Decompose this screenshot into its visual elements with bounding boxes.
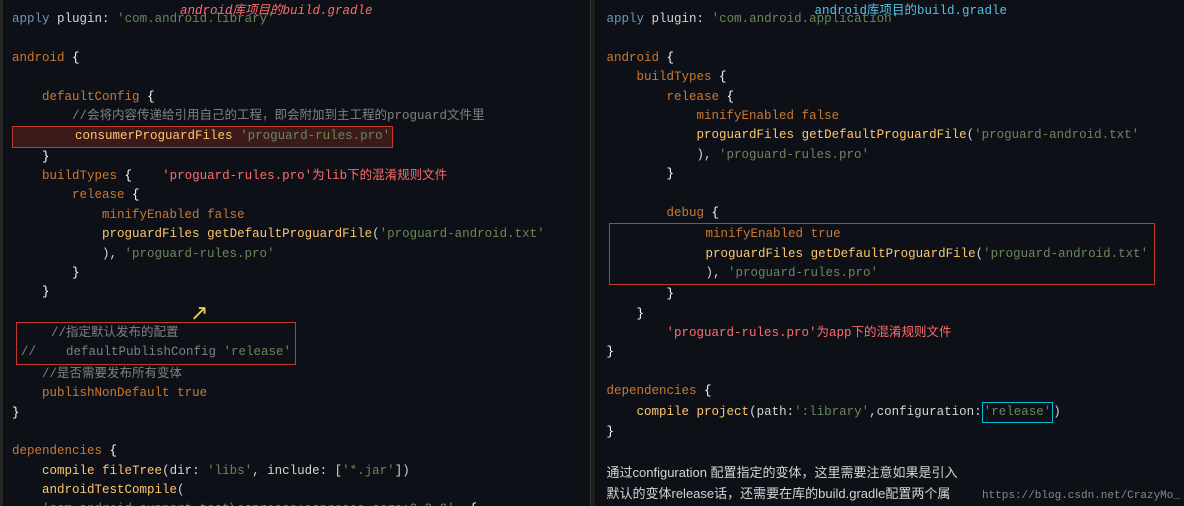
publish-config-box: //指定默认发布的配置 // defaultPublishConfig 'rel… [16, 322, 296, 365]
code-line: } [607, 285, 1177, 304]
arrow-icon: ↗ [190, 296, 208, 329]
code-line: dependencies { [12, 442, 582, 461]
watermark: https://blog.csdn.net/CrazyMo_ [982, 488, 1180, 505]
code-line: } [607, 423, 1177, 442]
code-line [607, 29, 1177, 48]
code-line: minifyEnabled false [12, 206, 582, 225]
code-line: //是否需要发布所有变体 [12, 365, 582, 384]
code-line: proguardFiles getDefaultProguardFile('pr… [616, 245, 1149, 264]
left-title: android库项目的build.gradle [180, 2, 373, 21]
code-line [12, 423, 582, 442]
code-line: } [607, 165, 1177, 184]
code-line [607, 442, 1177, 461]
code-line: defaultConfig { [12, 88, 582, 107]
right-code-block: apply plugin: 'com.android.application' … [607, 10, 1177, 506]
code-line [607, 184, 1177, 203]
code-line: debug { [607, 204, 1177, 223]
code-line: } [12, 283, 582, 302]
code-line: release { [607, 88, 1177, 107]
code-line [12, 303, 582, 322]
code-line: buildTypes { [607, 68, 1177, 87]
code-line: buildTypes { 'proguard-rules.pro'为lib下的混… [12, 167, 582, 186]
code-line: //会将内容传递给引用自己的工程，即会附加到主工程的proguard文件里 [12, 107, 582, 126]
code-line: minifyEnabled false [607, 107, 1177, 126]
code-line: proguardFiles getDefaultProguardFile('pr… [607, 126, 1177, 145]
code-line: androidTestCompile( [12, 481, 582, 500]
code-line: proguardFiles getDefaultProguardFile('pr… [12, 225, 582, 244]
code-line [607, 363, 1177, 382]
code-line: // defaultPublishConfig 'release' [21, 343, 291, 362]
code-line: release { [12, 186, 582, 205]
code-line: compile fileTree(dir: 'libs', include: [… [12, 462, 582, 481]
left-code-block: apply plugin: 'com.android.library' andr… [12, 10, 582, 506]
code-line: consumerProguardFiles 'proguard-rules.pr… [12, 126, 582, 147]
right-title: android库项目的build.gradle [815, 2, 1008, 21]
code-line: } [12, 404, 582, 423]
right-panel: android库项目的build.gradle apply plugin: 'c… [595, 0, 1184, 506]
main-container: android库项目的build.gradle apply plugin: 'c… [0, 0, 1184, 506]
code-line: ), 'proguard-rules.pro' [607, 146, 1177, 165]
code-line: //指定默认发布的配置 [21, 324, 291, 343]
code-line: android { [12, 49, 582, 68]
code-line: } [12, 264, 582, 283]
code-line [12, 68, 582, 87]
code-line: } [607, 305, 1177, 324]
debug-config-box: minifyEnabled true proguardFiles getDefa… [609, 223, 1156, 285]
code-line: android { [607, 49, 1177, 68]
code-line: 'proguard-rules.pro'为app下的混淆规则文件 [607, 324, 1177, 343]
code-line: } [12, 148, 582, 167]
release-compile-line: compile project(path:':library',configur… [607, 402, 1177, 423]
code-line: } [607, 343, 1177, 362]
code-line: ), 'proguard-rules.pro' [12, 245, 582, 264]
left-panel: android库项目的build.gradle apply plugin: 'c… [0, 0, 591, 506]
code-line: minifyEnabled true [616, 225, 1149, 244]
code-line: dependencies { [607, 382, 1177, 401]
code-line [12, 29, 582, 48]
code-line: publishNonDefault true [12, 384, 582, 403]
code-line: 'com.android.support.test\espresso:espre… [12, 500, 582, 506]
code-line: ), 'proguard-rules.pro' [616, 264, 1149, 283]
